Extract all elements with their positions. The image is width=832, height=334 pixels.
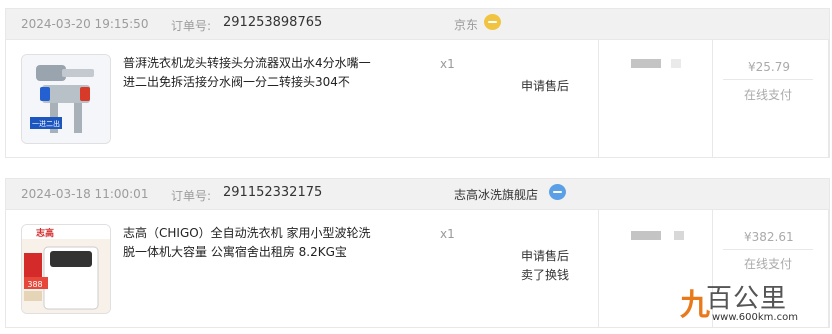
order-card: 2024-03-20 19:15:50 订单号: 291253898765 京东… (5, 8, 830, 158)
image-price-text: 388 (27, 280, 42, 289)
order-date: 2024-03-20 19:15:50 (21, 17, 149, 31)
after-sale-link[interactable]: 申请售后 (521, 77, 569, 94)
chat-icon[interactable] (549, 184, 566, 200)
product-image[interactable]: 一进二出 (21, 54, 111, 144)
order-body: 一进二出 普湃洗衣机龙头转接头分流器双出水4分水嘴一进二出免拆活接分水阀一分二转… (6, 40, 829, 157)
product-title[interactable]: 志高（CHIGO）全自动洗衣机 家用小型波轮洗脱一体机大容量 公寓宿舍出租房 8… (123, 224, 373, 262)
column-divider (598, 210, 599, 327)
shop-name[interactable]: 志高冰洗旗舰店 (454, 186, 538, 203)
watermark-title: 百公里 (706, 284, 788, 314)
recipient-redacted-2 (671, 59, 681, 68)
watermark-url: www.600km.com (712, 312, 798, 323)
order-date: 2024-03-18 11:00:01 (21, 187, 149, 201)
image-badge-text: 一进二出 (32, 119, 60, 128)
product-quantity: x1 (440, 57, 455, 71)
watermark-logo: 九 百公里 www.600km.com (678, 280, 826, 328)
column-divider (712, 40, 713, 157)
recipient-redacted (631, 231, 661, 240)
shop-name[interactable]: 京东 (454, 16, 478, 33)
product-title[interactable]: 普湃洗衣机龙头转接头分流器双出水4分水嘴一进二出免拆活接分水阀一分二转接头304… (123, 54, 373, 92)
image-badge-text: 志高 (36, 227, 54, 239)
product-image[interactable]: 志高 388 (21, 224, 111, 314)
product-quantity: x1 (440, 227, 455, 241)
column-divider (828, 210, 829, 327)
order-number-label: 订单号: (171, 189, 212, 203)
order-header: 2024-03-20 19:15:50 订单号: 291253898765 京东 (6, 9, 829, 40)
recipient-redacted (631, 59, 661, 68)
recipient-redacted-2 (674, 231, 684, 240)
payment-method: 在线支付 (744, 257, 793, 271)
order-number: 291253898765 (223, 15, 323, 30)
sell-link[interactable]: 卖了换钱 (521, 266, 569, 283)
after-sale-link[interactable]: 申请售后 (521, 247, 569, 264)
order-header: 2024-03-18 11:00:01 订单号: 291152332175 志高… (6, 179, 829, 210)
price-divider (723, 249, 813, 250)
price-divider (723, 79, 813, 80)
payment-method: 在线支付 (744, 88, 793, 102)
column-divider (828, 40, 829, 157)
column-divider (598, 40, 599, 157)
order-price: ¥25.79 (748, 60, 790, 74)
chat-icon[interactable] (484, 14, 501, 30)
order-number: 291152332175 (223, 185, 323, 200)
order-price: ¥382.61 (744, 230, 794, 244)
order-number-label: 订单号: (171, 19, 212, 33)
